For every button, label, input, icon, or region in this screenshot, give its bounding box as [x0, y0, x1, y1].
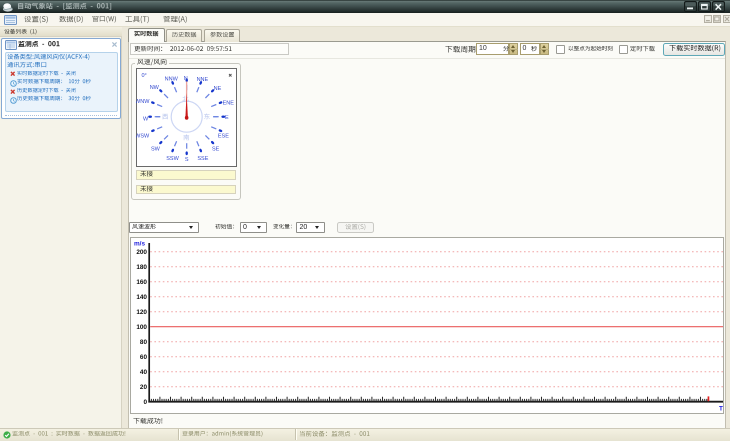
svg-text:180: 180	[136, 263, 147, 270]
svg-text:NE: NE	[214, 86, 222, 92]
svg-text:140: 140	[136, 293, 147, 300]
svg-text:0: 0	[143, 398, 147, 405]
svg-text:100: 100	[136, 323, 147, 330]
svg-text:SSW: SSW	[166, 156, 179, 162]
svg-text:m/s: m/s	[134, 240, 145, 247]
svg-text:200: 200	[136, 248, 147, 255]
svg-text:T: T	[719, 405, 723, 412]
svg-text:120: 120	[136, 308, 147, 315]
svg-text:0°: 0°	[142, 73, 147, 79]
svg-text:S: S	[185, 157, 189, 163]
svg-text:E: E	[225, 115, 229, 121]
svg-text:NNW: NNW	[165, 77, 179, 83]
svg-text:N: N	[184, 76, 188, 82]
svg-text:60: 60	[140, 353, 148, 360]
svg-text:NW: NW	[150, 85, 160, 91]
svg-text:NNE: NNE	[197, 77, 209, 83]
svg-text:40: 40	[140, 368, 148, 375]
svg-text:ENE: ENE	[223, 101, 235, 107]
svg-text:20: 20	[140, 383, 148, 390]
svg-text:W: W	[143, 117, 149, 123]
svg-text:80: 80	[140, 338, 148, 345]
svg-text:SW: SW	[151, 147, 161, 153]
svg-text:WSW: WSW	[136, 133, 150, 139]
svg-text:160: 160	[136, 278, 147, 285]
svg-text:SSE: SSE	[197, 156, 208, 162]
svg-text:WNW: WNW	[136, 99, 150, 105]
svg-text:SE: SE	[212, 147, 220, 153]
svg-text:ESE: ESE	[218, 133, 229, 139]
